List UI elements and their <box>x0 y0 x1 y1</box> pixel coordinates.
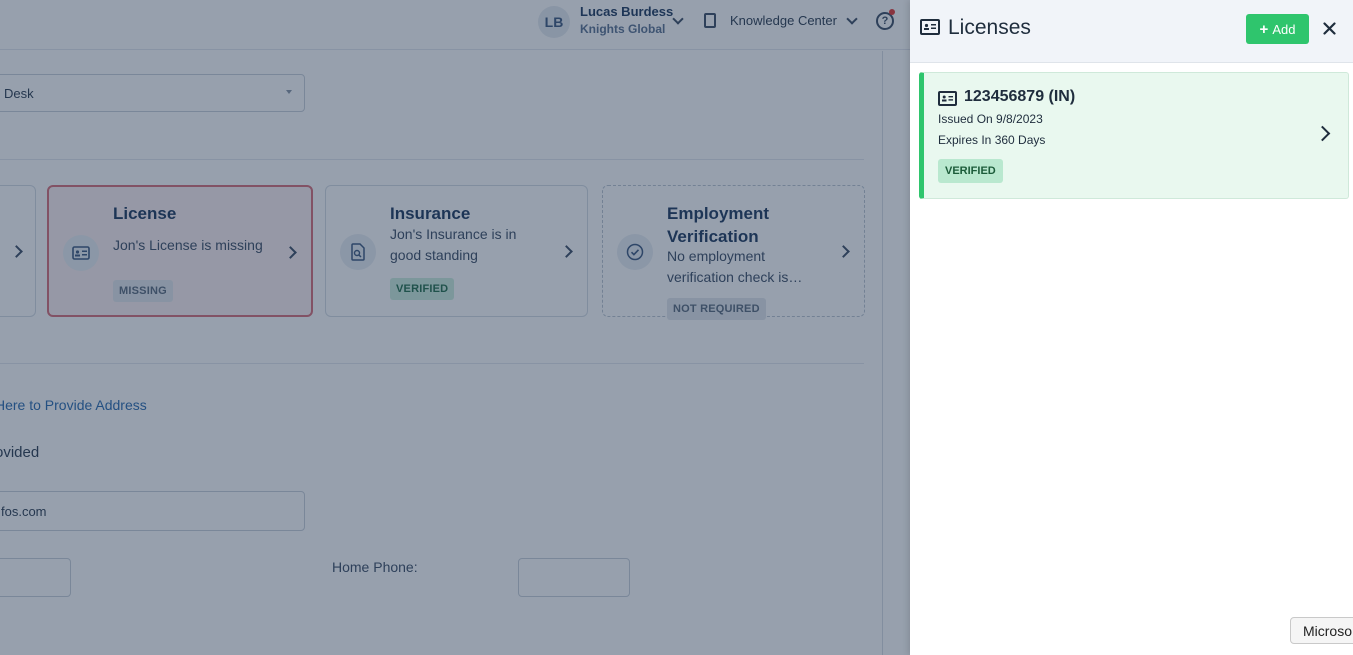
id-card-icon <box>938 91 957 106</box>
licenses-drawer: Licenses + Add 123456879 (IN) Issued On … <box>910 0 1353 655</box>
add-license-button[interactable]: + Add <box>1246 14 1309 44</box>
drawer-title: Licenses <box>948 16 1031 39</box>
modal-backdrop[interactable] <box>0 0 910 655</box>
chevron-right-icon <box>1314 125 1331 142</box>
close-icon[interactable] <box>1318 17 1340 39</box>
drawer-header: Licenses + Add <box>910 0 1353 63</box>
license-expiry: Expires In 360 Days <box>938 133 1046 147</box>
license-issued-date: Issued On 9/8/2023 <box>938 112 1043 126</box>
plus-icon: + <box>1259 20 1269 38</box>
id-card-icon <box>920 19 940 35</box>
add-button-label: Add <box>1272 21 1296 37</box>
license-number: 123456879 (IN) <box>964 88 1076 105</box>
license-verified-badge: VERIFIED <box>938 159 1003 183</box>
taskbar-tooltip: Microso <box>1290 617 1353 644</box>
license-list-item[interactable]: 123456879 (IN) Issued On 9/8/2023 Expire… <box>919 72 1349 199</box>
